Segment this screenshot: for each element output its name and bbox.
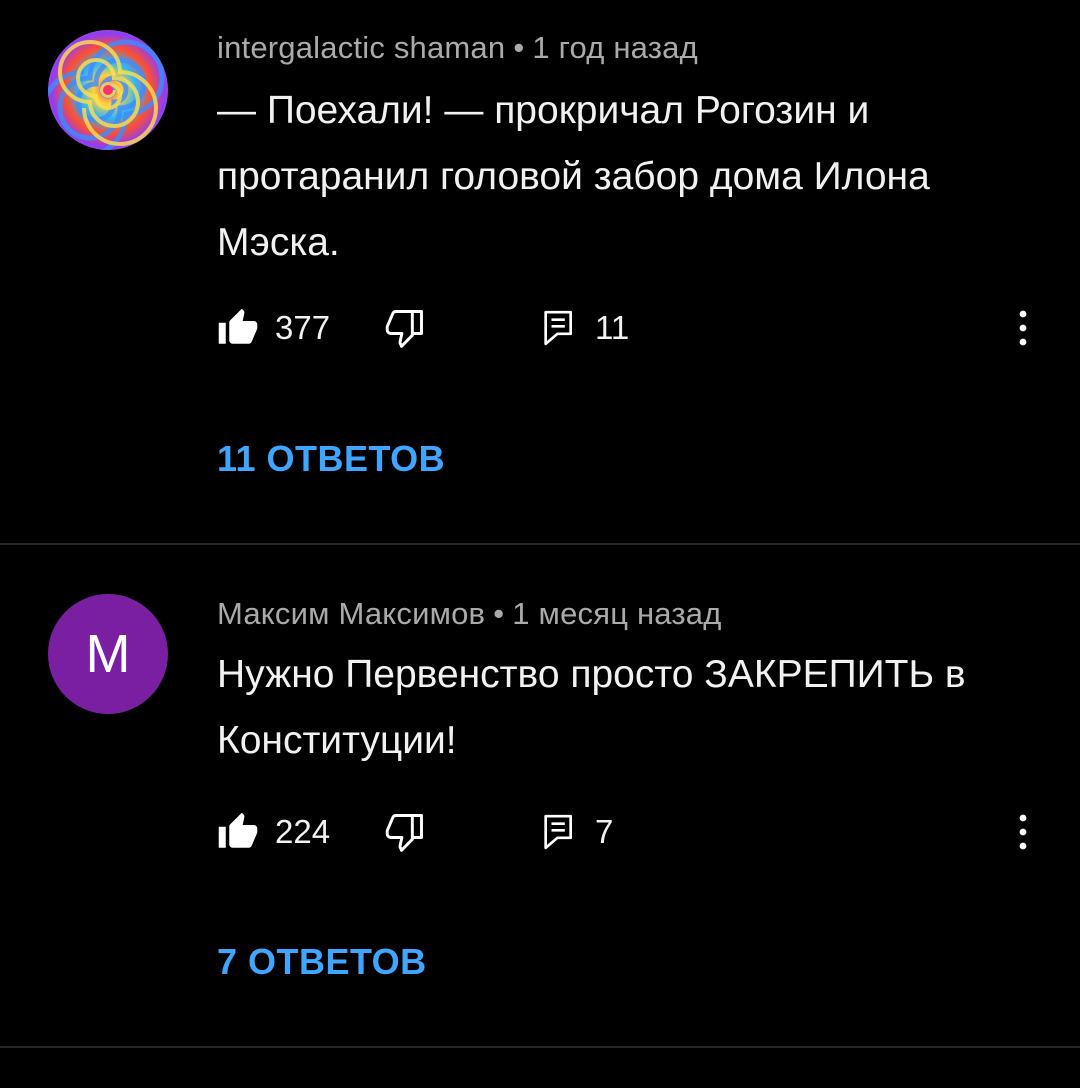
author-name[interactable]: Максим Максимов xyxy=(217,596,485,631)
dislike-button[interactable] xyxy=(383,300,427,356)
view-replies-link[interactable]: 11 ОТВЕТОВ xyxy=(217,438,445,480)
like-count: 224 xyxy=(275,813,331,850)
comment-text: Нужно Первенство просто ЗАКРЕПИТЬ в Конс… xyxy=(217,653,966,762)
comment-actions: 377 11 xyxy=(217,300,1047,356)
like-button[interactable]: 224 xyxy=(217,804,330,860)
thumbs-down-icon xyxy=(383,306,427,350)
like-count: 377 xyxy=(275,309,331,346)
meta-separator: • xyxy=(493,596,505,631)
avatar[interactable] xyxy=(48,30,168,150)
comment-time: 1 месяц назад xyxy=(512,596,722,631)
reply-button[interactable]: 11 xyxy=(539,300,629,356)
author-name[interactable]: intergalactic shaman xyxy=(217,30,505,65)
reply-count: 11 xyxy=(595,309,630,346)
comment-meta: intergalactic shaman • 1 год назад xyxy=(217,30,698,66)
view-replies-link[interactable]: 7 ОТВЕТОВ xyxy=(217,941,427,983)
reply-button[interactable]: 7 xyxy=(539,804,613,860)
more-options-button[interactable] xyxy=(1013,804,1033,860)
comment-reply-icon xyxy=(539,307,579,349)
divider xyxy=(0,1046,1080,1048)
comment-time: 1 год назад xyxy=(532,30,698,65)
thumbs-down-icon xyxy=(383,810,427,854)
comment-reply-icon xyxy=(539,811,579,853)
comment-item: М Максим Максимов • 1 месяц назад Нужно Пе… xyxy=(0,546,1080,1048)
thumbs-up-icon xyxy=(217,811,259,853)
dislike-button[interactable] xyxy=(383,804,427,860)
meta-separator: • xyxy=(513,30,525,65)
more-options-button[interactable] xyxy=(1013,300,1033,356)
comment-actions: 224 7 xyxy=(217,804,1047,860)
comment-meta: Максим Максимов • 1 месяц назад xyxy=(217,596,722,632)
three-dots-vertical-icon xyxy=(1013,810,1033,854)
avatar-letter: М xyxy=(85,624,131,684)
comment-item: intergalactic shaman • 1 год назад — Поеха… xyxy=(0,0,1080,544)
avatar[interactable]: М xyxy=(48,594,168,714)
three-dots-vertical-icon xyxy=(1013,306,1033,350)
like-button[interactable]: 377 xyxy=(217,300,330,356)
reply-count: 7 xyxy=(595,813,614,850)
tie-dye-avatar-image xyxy=(48,30,168,150)
comment-text: — Поехали! — прокричал Рогозин и протара… xyxy=(217,89,930,264)
divider xyxy=(0,543,1080,545)
thumbs-up-icon xyxy=(217,307,259,349)
